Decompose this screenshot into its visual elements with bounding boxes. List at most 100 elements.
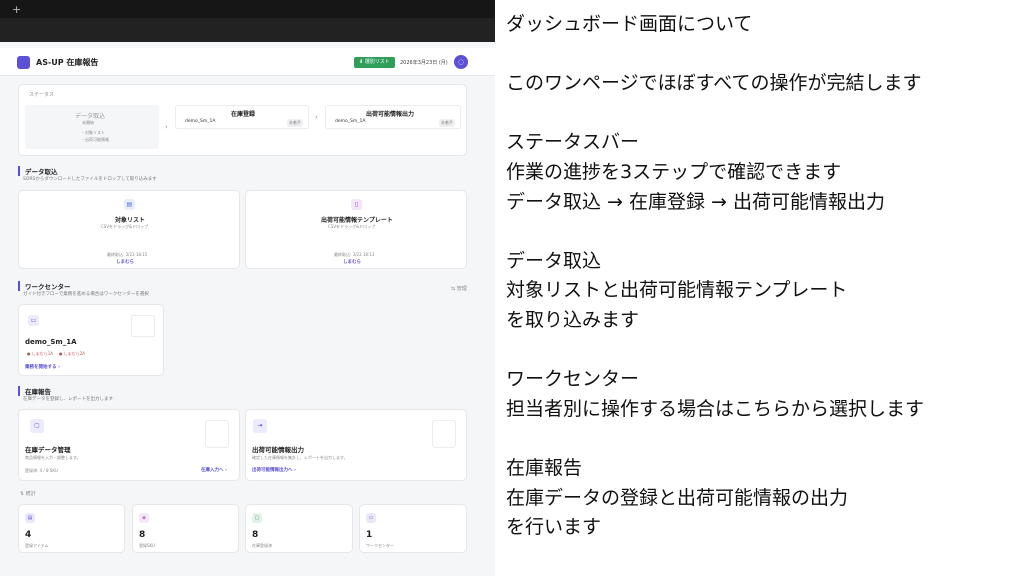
stat-icon: ▤ [25, 513, 35, 523]
import-target-list[interactable]: ▤ 対象リスト CSVをドラッグ&ドロップ 最終取込: 3/23 18:15 し… [18, 190, 240, 269]
stats-title: ⇅ 統計 [20, 491, 36, 497]
chevron-right-icon: › [315, 113, 318, 121]
workcenter-card[interactable]: ▭ demo_Sm_1A ● しまむら1A ● しまむら2A 業務を開始する › [18, 304, 164, 376]
explanation-notes: ダッシュボード画面について このワンページでほぼすべての操作が完結します ステー… [506, 10, 1016, 543]
workcenter-settings-label: 管理 [456, 286, 467, 292]
workcenter-tag-label: しまむら2A [63, 351, 86, 356]
status-step-item: ・出荷可能情報 [81, 137, 109, 142]
report-card-desc: 商品情報を入力・調整します。 [25, 455, 81, 460]
workcenter-settings-link[interactable]: ⇆ 管理 [451, 285, 467, 292]
import-card-hint: CSVをドラッグ&ドロップ [101, 224, 149, 229]
workcenter-tag-label: しまむら1A [31, 351, 54, 356]
stat-icon: ▭ [366, 513, 376, 523]
stat-card: ▤ 4 登録アイテム [18, 504, 125, 553]
report-card-link[interactable]: 在庫入力へ › [201, 467, 227, 473]
status-badge: 未着手 [439, 119, 455, 127]
note-line: データ取込 [506, 249, 602, 272]
import-card-hint: CSVをドラッグ&ドロップ [328, 224, 376, 229]
note-line [506, 99, 1016, 129]
status-step-item: ・対象リスト [81, 130, 105, 135]
note-line: このワンページでほぼすべての操作が完結します [506, 72, 922, 95]
stat-value: 4 [25, 530, 32, 540]
report-card-meta: 登録済: 4 / 8 SKU [25, 468, 58, 473]
import-card-link[interactable]: しまむら [116, 259, 134, 265]
workcenter-section-title: ワークセンター [18, 281, 71, 291]
stat-card: ◈ 8 登録SKU [132, 504, 239, 553]
stat-value: 1 [366, 530, 373, 540]
workcenter-section-subtitle: ガイド付きフローで業務を進める場合はワークセンターを選択 [23, 292, 149, 297]
database-icon: ▤ [124, 199, 135, 210]
note-line: を行います [506, 516, 602, 539]
note-line: ステータスバー [506, 131, 640, 154]
workcenter-name: demo_Sm_1A [25, 338, 77, 346]
app-screenshot: + AS-UP 在庫報告 ⬇ 選別リスト 2026年3月23日 (月) ◌ ステ… [0, 0, 495, 576]
note-line [506, 336, 1016, 366]
current-date: 2026年3月23日 (月) [400, 60, 448, 66]
chevron-right-icon: › [165, 123, 168, 131]
status-step-value: demo_Sm_1A [185, 119, 216, 124]
status-step-import: データ取込 未開始 ・対象リスト ・出荷可能情報 [25, 105, 159, 149]
stat-label: ワークセンター [366, 543, 394, 548]
export-icon: ⇥ [253, 419, 267, 433]
app-title: AS-UP 在庫報告 [36, 58, 99, 67]
dashboard: AS-UP 在庫報告 ⬇ 選別リスト 2026年3月23日 (月) ◌ ステータ… [0, 42, 495, 576]
list-button[interactable]: ⬇ 選別リスト [354, 57, 395, 68]
report-card-title: 出荷可能情報出力 [252, 446, 304, 454]
stat-value: 8 [139, 530, 146, 540]
note-line: を取り込みます [506, 308, 640, 331]
note-line [506, 40, 1016, 70]
stat-value: 8 [252, 530, 259, 540]
factory-watermark-icon [131, 315, 155, 337]
status-step-title: データ取込 [75, 113, 106, 120]
status-step-title: 出荷可能情報出力 [366, 111, 415, 118]
stat-card: ▢ 8 在庫登録済 [245, 504, 353, 553]
import-card-meta: 最終取込: 3/23 18:13 [334, 252, 375, 257]
stat-icon: ◈ [139, 513, 149, 523]
stat-label: 登録アイテム [25, 543, 49, 548]
report-stock-card[interactable]: ▢ 在庫データ管理 商品情報を入力・調整します。 登録済: 4 / 8 SKU … [18, 409, 240, 481]
clipboard-icon: ▢ [30, 419, 44, 433]
report-export-card[interactable]: ⇥ 出荷可能情報出力 確定した在庫情報を集計し、レポートを出力します。 出荷可能… [245, 409, 467, 481]
report-card-link[interactable]: 出荷可能情報出力へ › [252, 467, 296, 473]
stat-icon: ▢ [252, 513, 262, 523]
report-card-desc: 確定した在庫情報を集計し、レポートを出力します。 [252, 455, 348, 460]
stat-label: 登録SKU [139, 543, 155, 548]
note-line: 在庫報告 [506, 456, 583, 479]
import-card-title: 出荷可能情報テンプレート [321, 217, 393, 224]
app-logo-icon [17, 56, 30, 69]
report-section-subtitle: 在庫データを登録し、レポートを出力します [23, 397, 113, 402]
status-step-state: 未開始 [82, 120, 94, 125]
workcenter-start-link[interactable]: 業務を開始する › [25, 364, 60, 370]
status-step-export: 出荷可能情報出力 demo_Sm_1A 未着手 [325, 105, 461, 129]
workcenter-tag: ● しまむら1A [27, 351, 54, 356]
status-badge: 未着手 [287, 119, 303, 127]
new-tab-button[interactable]: + [12, 3, 21, 16]
workcenter-tag: ● しまむら2A [59, 351, 86, 356]
status-bar: ステータス データ取込 未開始 ・対象リスト ・出荷可能情報 › 在庫登録 de… [18, 84, 467, 156]
folder-icon: ▭ [28, 315, 39, 326]
note-line [506, 217, 1016, 247]
status-step-stock: 在庫登録 demo_Sm_1A 未着手 [175, 105, 309, 129]
clipboard-watermark-icon [205, 420, 229, 448]
stat-card: ▭ 1 ワークセンター [359, 504, 467, 553]
stats-title-label: 統計 [25, 491, 36, 497]
import-section-title: データ取込 [18, 166, 58, 176]
report-section-title: 在庫報告 [18, 386, 51, 396]
import-card-title: 対象リスト [115, 217, 146, 224]
import-card-meta: 最終取込: 3/23 18:15 [107, 252, 148, 257]
export-watermark-icon [432, 420, 456, 448]
document-icon: ▯ [351, 199, 362, 210]
chat-icon[interactable]: ◌ [454, 55, 468, 69]
report-card-title: 在庫データ管理 [25, 446, 71, 454]
note-line [506, 424, 1016, 454]
list-button-label: 選別リスト [364, 59, 390, 65]
browser-bar: + [0, 0, 495, 42]
import-shipping-template[interactable]: ▯ 出荷可能情報テンプレート CSVをドラッグ&ドロップ 最終取込: 3/23 … [245, 190, 467, 269]
import-section-subtitle: SORSからダウンロードしたファイルをドロップして取り込みます [23, 177, 157, 182]
note-line: 担当者別に操作する場合はこちらから選択します [506, 397, 925, 420]
status-step-title: 在庫登録 [231, 111, 256, 118]
tab-strip [0, 18, 495, 42]
import-card-link[interactable]: しまむら [343, 259, 361, 265]
status-step-value: demo_Sm_1A [335, 119, 366, 124]
note-line: データ取込 → 在庫登録 → 出荷可能情報出力 [506, 190, 885, 213]
